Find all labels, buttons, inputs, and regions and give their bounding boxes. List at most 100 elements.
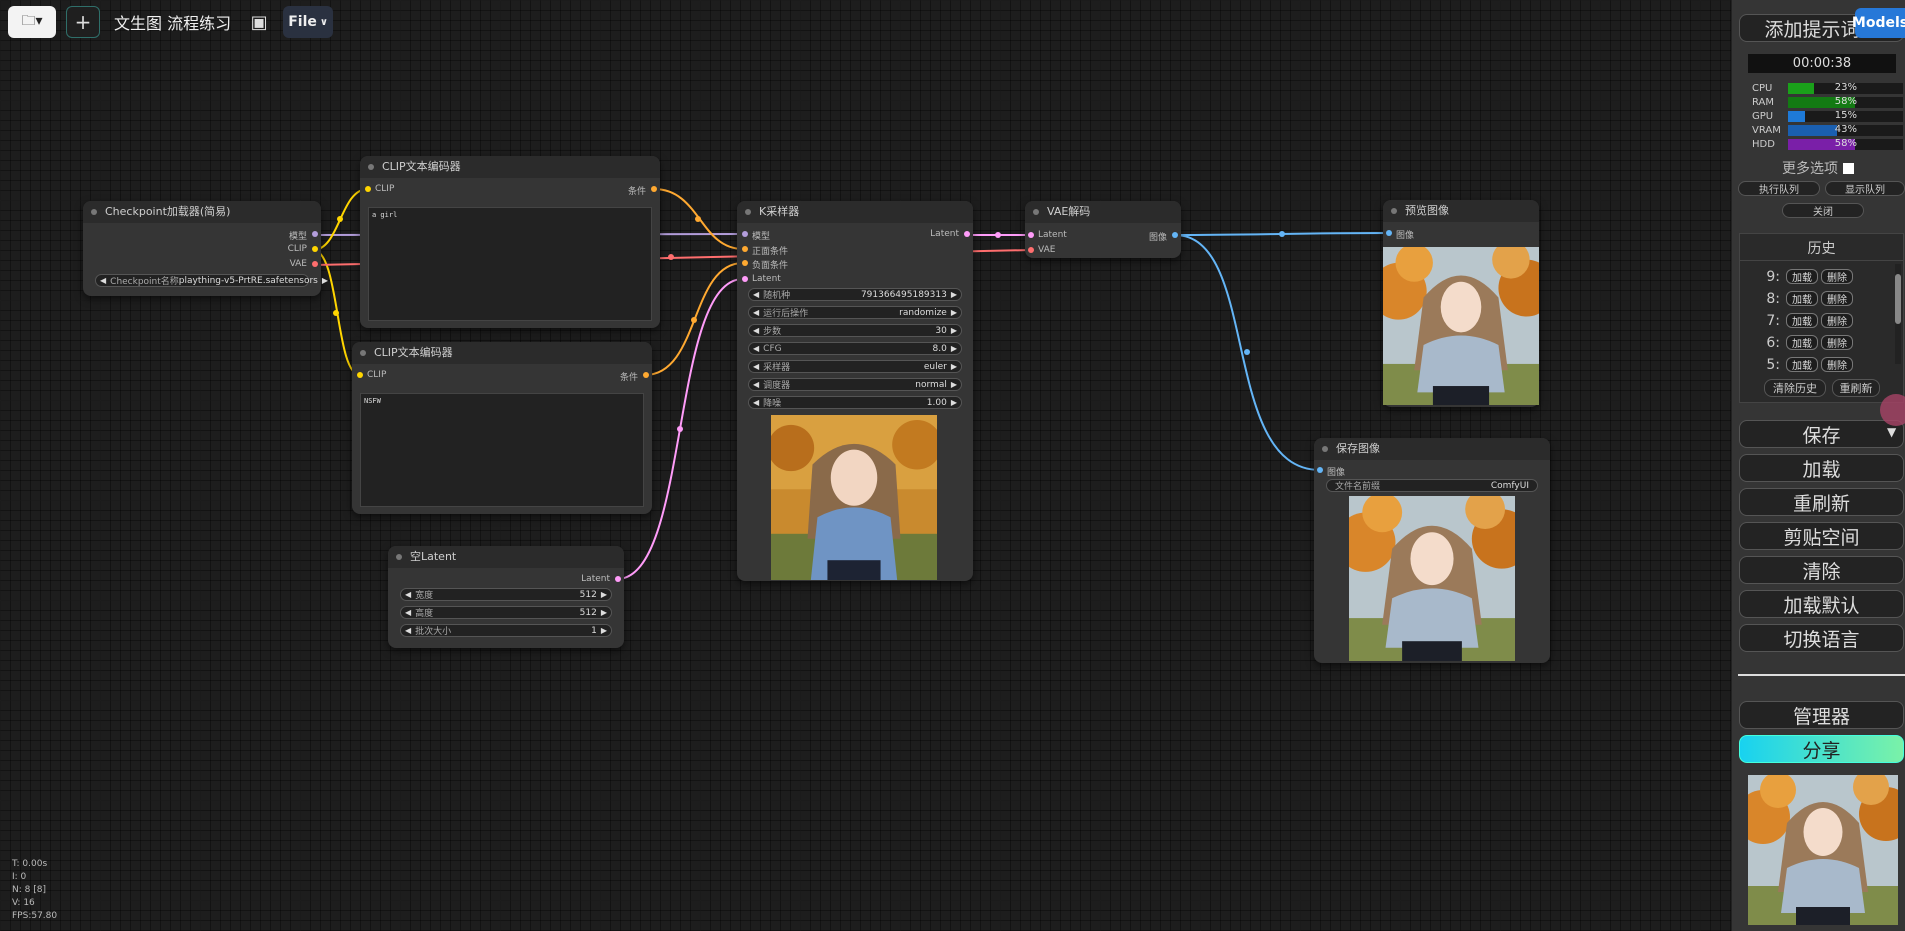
output-cond-socket[interactable] [651, 186, 657, 192]
input-latent-socket[interactable] [742, 276, 748, 282]
sampler-widget[interactable]: ◀ 采样器 euler ▶ [748, 360, 962, 373]
save-button[interactable]: 保存 [1739, 420, 1904, 448]
output-clip-socket[interactable] [312, 246, 318, 252]
history-load-button[interactable]: 加载 [1786, 335, 1818, 350]
input-latent-label: Latent [1038, 230, 1067, 240]
prompt-textarea[interactable]: NSFW [360, 393, 644, 507]
save-dropdown-icon[interactable]: ▼ [1887, 425, 1896, 439]
new-workflow-button[interactable]: + [66, 6, 100, 38]
load-default-button[interactable]: 加载默认 [1739, 590, 1904, 618]
ckpt-name-widget[interactable]: ◀ Checkpoint名称 plaything-v5-PrtRE.safete… [95, 274, 328, 287]
refresh-button[interactable]: 重刷新 [1739, 488, 1904, 516]
node-title[interactable]: K采样器 [737, 201, 973, 223]
node-title[interactable]: 空Latent [388, 546, 624, 568]
queue-sidebar: 添加提示词队 00:00:38 CPU 23% RAM 58% GPU 15% … [1731, 0, 1905, 931]
file-menu-button[interactable]: File ∨ [283, 6, 334, 38]
input-vae-label: VAE [1038, 245, 1056, 255]
node-title[interactable]: Checkpoint加载器(简易) [83, 201, 321, 223]
history-delete-button[interactable]: 删除 [1821, 269, 1853, 284]
queue-show-button[interactable]: 显示队列 [1825, 181, 1905, 196]
node-ksampler[interactable]: K采样器 模型 Latent 正面条件 负面条件 Latent ◀ 随机种 7913… [737, 201, 973, 581]
denoise-widget[interactable]: ◀ 降噪 1.00 ▶ [748, 396, 962, 409]
saved-output-image[interactable] [1349, 496, 1515, 661]
node-clip-text-encode-positive[interactable]: CLIP文本编码器 CLIP 条件 a girl [360, 156, 660, 328]
clipspace-button[interactable]: 剪贴空间 [1739, 522, 1904, 550]
clear-history-button[interactable]: 清除历史 [1764, 379, 1826, 397]
preview-output-image[interactable] [1383, 247, 1539, 405]
manager-button[interactable]: 管理器 [1739, 701, 1904, 729]
cfg-widget[interactable]: ◀ CFG 8.0 ▶ [748, 342, 962, 355]
canvas-stats: T: 0.00s I: 0 N: 8 [8] V: 16 FPS:57.80 [12, 859, 58, 921]
arrow-right-icon[interactable]: ▶ [322, 276, 328, 285]
history-load-button[interactable]: 加载 [1786, 357, 1818, 372]
latent-preview-image [771, 415, 937, 580]
output-latent-socket[interactable] [615, 576, 621, 582]
arrow-left-icon[interactable]: ◀ [100, 276, 106, 285]
history-delete-button[interactable]: 删除 [1821, 313, 1853, 328]
workflow-title[interactable]: 文生图 流程练习 [110, 10, 235, 34]
node-title[interactable]: 保存图像 [1314, 438, 1550, 460]
load-button[interactable]: 加载 [1739, 454, 1904, 482]
node-title[interactable]: 预览图像 [1383, 200, 1539, 222]
node-title[interactable]: CLIP文本编码器 [352, 342, 652, 364]
output-cond-socket[interactable] [643, 372, 649, 378]
filename-prefix-widget[interactable]: 文件名前缀 ComfyUI [1326, 479, 1538, 492]
output-model-socket[interactable] [312, 231, 318, 237]
more-options[interactable]: 更多选项 [1782, 158, 1854, 178]
control-after-generate-widget[interactable]: ◀ 运行后操作 randomize ▶ [748, 306, 962, 319]
plus-icon: + [74, 10, 92, 34]
width-widget[interactable]: ◀ 宽度 512 ▶ [400, 588, 612, 601]
input-vae-socket[interactable] [1028, 247, 1034, 253]
input-image-label: 图像 [1327, 468, 1346, 478]
more-options-checkbox[interactable] [1843, 162, 1854, 174]
input-positive-socket[interactable] [742, 246, 748, 252]
history-load-button[interactable]: 加载 [1786, 291, 1818, 306]
input-latent-label: Latent [752, 274, 781, 284]
sidebar-preview-image[interactable] [1748, 775, 1898, 925]
steps-widget[interactable]: ◀ 步数 30 ▶ [748, 324, 962, 337]
output-clip-label: CLIP [287, 244, 307, 254]
batch-size-widget[interactable]: ◀ 批次大小 1 ▶ [400, 624, 612, 637]
divider [1738, 674, 1905, 676]
history-load-button[interactable]: 加载 [1786, 313, 1818, 328]
input-model-socket[interactable] [742, 231, 748, 237]
output-latent-socket[interactable] [964, 231, 970, 237]
clear-button[interactable]: 清除 [1739, 556, 1904, 584]
node-empty-latent[interactable]: 空Latent Latent ◀ 宽度 512 ▶ ◀ 高度 512 ▶ ◀ 批次大小 1 ▶ [388, 546, 624, 648]
queue-execute-button[interactable]: 执行队列 [1738, 181, 1820, 196]
node-save-image[interactable]: 保存图像 图像 文件名前缀 ComfyUI [1314, 438, 1550, 663]
node-clip-text-encode-negative[interactable]: CLIP文本编码器 CLIP 条件 NSFW [352, 342, 652, 514]
height-widget[interactable]: ◀ 高度 512 ▶ [400, 606, 612, 619]
history-scrollbar[interactable] [1895, 264, 1901, 364]
input-clip-socket[interactable] [357, 372, 363, 378]
models-button[interactable]: Models [1852, 8, 1905, 38]
close-button[interactable]: 关闭 [1782, 203, 1864, 218]
image-icon[interactable]: ▣ [245, 8, 273, 36]
prompt-textarea[interactable]: a girl [368, 207, 652, 321]
output-vae-socket[interactable] [312, 261, 318, 267]
history-panel: 历史 9: 加载 删除 8: 加载 删除 7: 加载 删除 6: 加载 删除 5… [1739, 233, 1904, 403]
input-image-socket[interactable] [1386, 230, 1392, 236]
input-image-socket[interactable] [1317, 467, 1323, 473]
input-negative-socket[interactable] [742, 260, 748, 266]
history-delete-button[interactable]: 删除 [1821, 291, 1853, 306]
share-button[interactable]: 分享 [1739, 735, 1904, 763]
node-title[interactable]: CLIP文本编码器 [360, 156, 660, 178]
node-checkpoint-loader[interactable]: Checkpoint加载器(简易) 模型 CLIP VAE ◀ Checkpoi… [83, 201, 328, 296]
node-title[interactable]: VAE解码 [1025, 201, 1181, 223]
input-clip-socket[interactable] [365, 186, 371, 192]
node-preview-image[interactable]: 预览图像 图像 [1383, 200, 1539, 407]
history-delete-button[interactable]: 删除 [1821, 335, 1853, 350]
seed-widget[interactable]: ◀ 随机种 791366495189313 ▶ [748, 288, 962, 301]
refresh-history-button[interactable]: 重刷新 [1832, 379, 1880, 397]
scheduler-widget[interactable]: ◀ 调度器 normal ▶ [748, 378, 962, 391]
share-badge-icon[interactable] [1880, 394, 1905, 426]
stat-ram: RAM 58% [1752, 96, 1903, 109]
history-delete-button[interactable]: 删除 [1821, 357, 1853, 372]
workflow-menu-button[interactable]: 🗀▾ [8, 6, 56, 38]
node-vae-decode[interactable]: VAE解码 Latent VAE 图像 [1025, 201, 1181, 258]
output-image-socket[interactable] [1172, 232, 1178, 238]
history-load-button[interactable]: 加载 [1786, 269, 1818, 284]
switch-language-button[interactable]: 切换语言 [1739, 624, 1904, 652]
input-latent-socket[interactable] [1028, 232, 1034, 238]
